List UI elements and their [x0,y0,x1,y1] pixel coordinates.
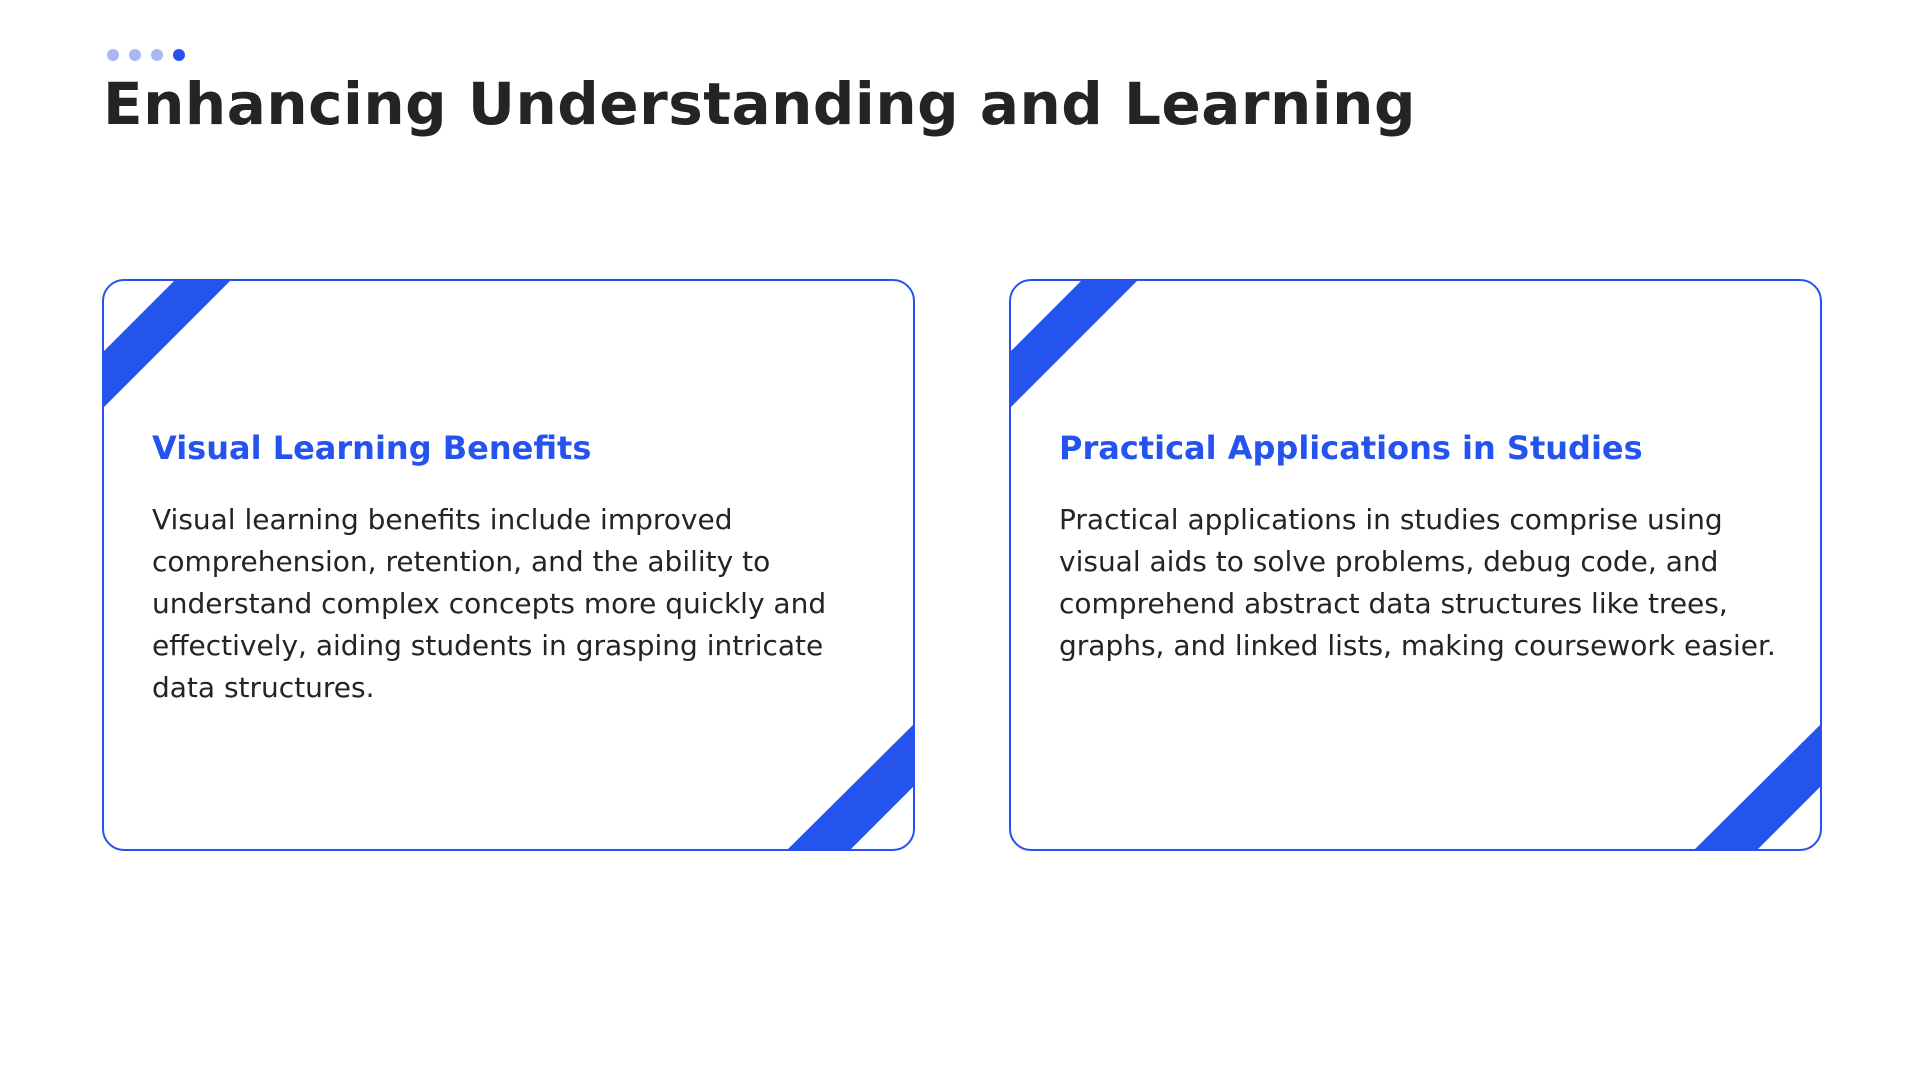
card-body: Visual learning benefits include improve… [152,503,827,704]
card-visual-learning: Visual Learning Benefits Visual learning… [102,279,915,851]
progress-dot-active [173,49,185,61]
card-practical-applications: Practical Applications in Studies Practi… [1009,279,1822,851]
progress-dot [129,49,141,61]
progress-dot [107,49,119,61]
slide-title: Enhancing Understanding and Learning [103,70,1416,138]
progress-dot [151,49,163,61]
card-title: Visual Learning Benefits [152,429,592,467]
slide-progress-dots [107,49,185,61]
card-body: Practical applications in studies compri… [1059,503,1776,662]
card-title: Practical Applications in Studies [1059,429,1643,467]
